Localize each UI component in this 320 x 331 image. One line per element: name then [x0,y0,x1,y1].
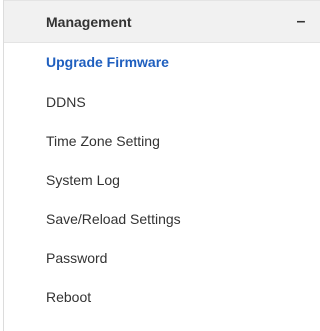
menu-item-time-zone-setting[interactable]: Time Zone Setting [4,122,320,161]
menu-item-system-log[interactable]: System Log [4,161,320,200]
menu-item-save-reload-settings[interactable]: Save/Reload Settings [4,200,320,239]
management-menu-panel: Management – Upgrade Firmware DDNS Time … [3,0,320,331]
menu-item-upgrade-firmware[interactable]: Upgrade Firmware [4,43,320,83]
collapse-icon[interactable]: – [295,13,307,31]
management-menu-list: Upgrade Firmware DDNS Time Zone Setting … [4,43,320,317]
menu-item-reboot[interactable]: Reboot [4,278,320,317]
management-menu-title: Management [46,13,132,30]
menu-item-password[interactable]: Password [4,239,320,278]
management-menu-header[interactable]: Management – [4,0,320,43]
menu-item-ddns[interactable]: DDNS [4,83,320,122]
